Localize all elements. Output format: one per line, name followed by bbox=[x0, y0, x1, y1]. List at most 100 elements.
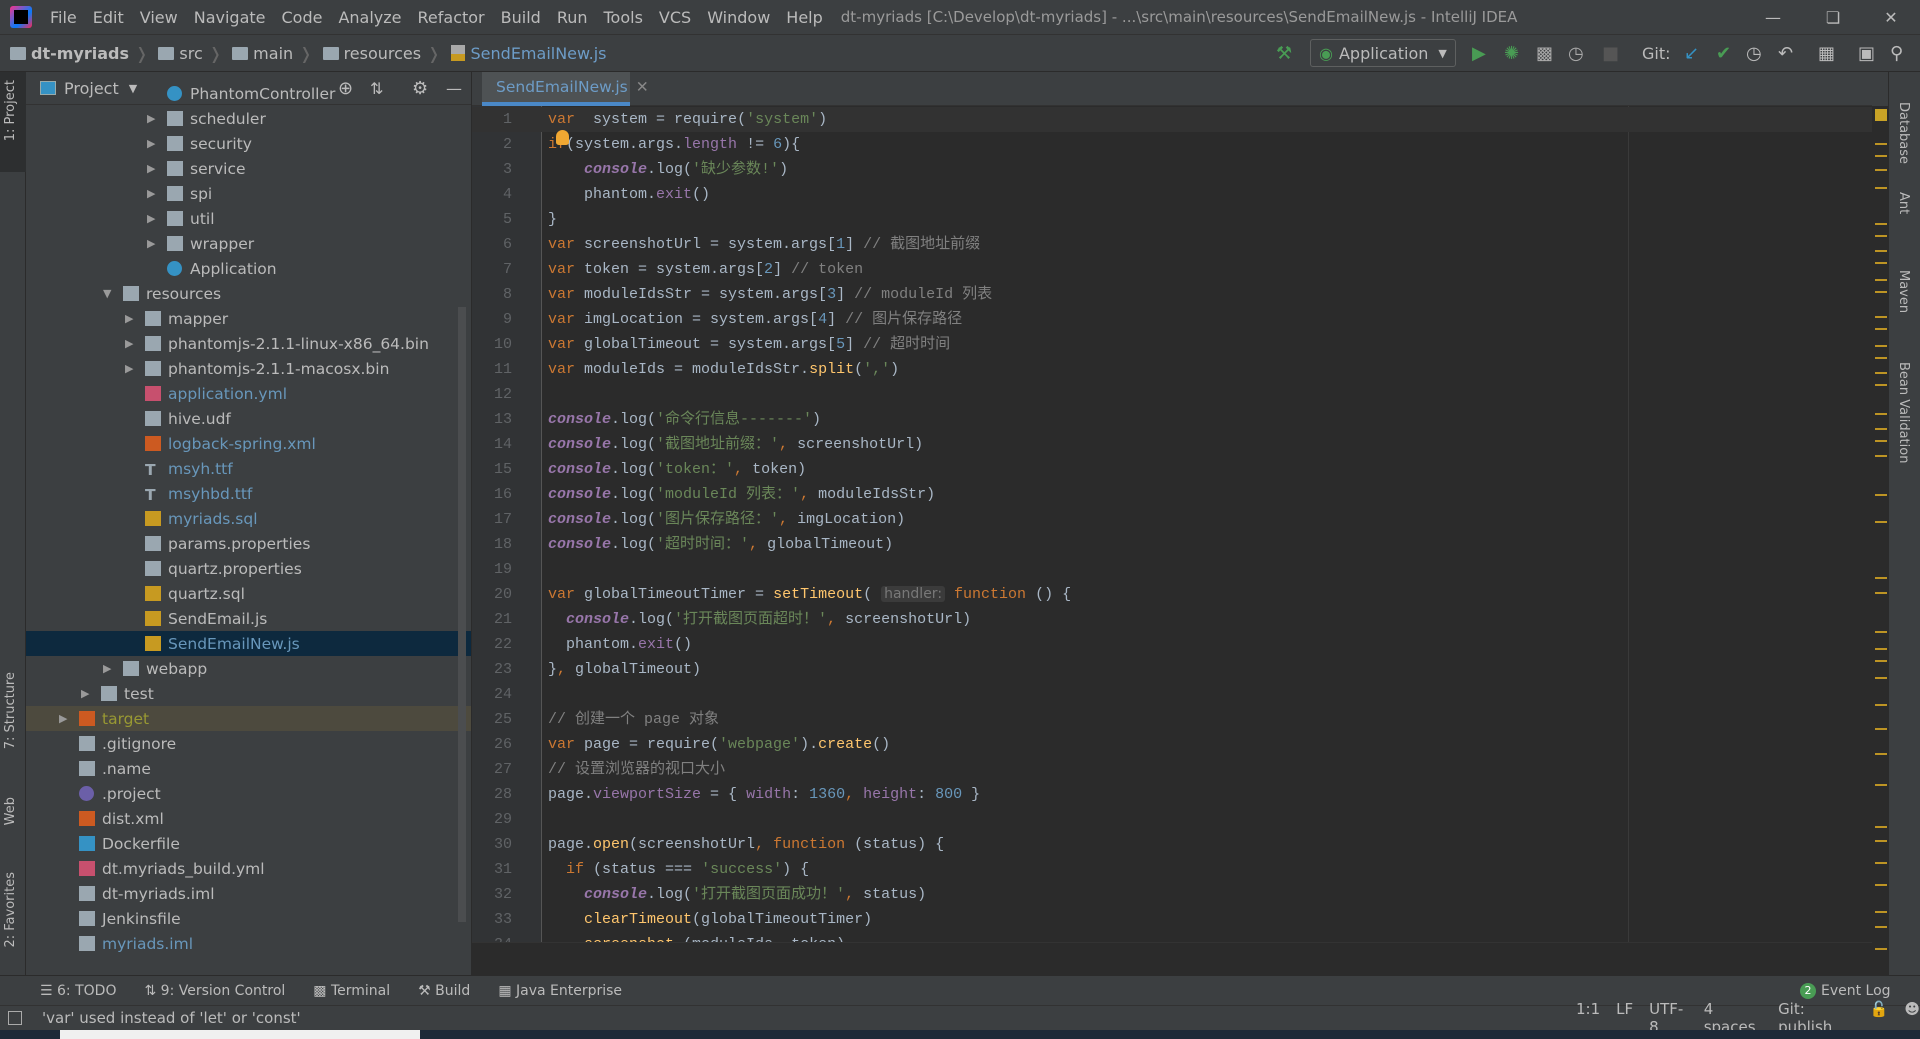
collapsed-arrow-icon[interactable]: ▶ bbox=[125, 312, 133, 325]
breadcrumb-item[interactable]: dt-myriads ❭ bbox=[10, 44, 148, 63]
warning-mark[interactable] bbox=[1875, 862, 1887, 865]
tree-item[interactable]: ▶ phantomjs-2.1.1-macosx.bin bbox=[26, 356, 471, 381]
tree-item[interactable]: ▶ spi bbox=[26, 181, 471, 206]
collapsed-arrow-icon[interactable]: ▶ bbox=[125, 362, 133, 375]
warning-mark[interactable] bbox=[1875, 591, 1887, 594]
warning-mark[interactable] bbox=[1875, 784, 1887, 787]
tool-bean-validation[interactable]: Bean Validation bbox=[1896, 362, 1911, 463]
warning-mark[interactable] bbox=[1875, 291, 1887, 294]
menu-navigate[interactable]: Navigate bbox=[186, 8, 274, 27]
warning-mark[interactable] bbox=[1875, 647, 1887, 650]
tree-item[interactable]: quartz.properties bbox=[26, 556, 471, 581]
menu-run[interactable]: Run bbox=[549, 8, 596, 27]
tree-item[interactable]: ▶ webapp bbox=[26, 656, 471, 681]
menu-refactor[interactable]: Refactor bbox=[410, 8, 493, 27]
project-scrollbar[interactable] bbox=[458, 307, 466, 922]
run-icon[interactable]: ▶ bbox=[1472, 41, 1486, 65]
warning-mark[interactable] bbox=[1875, 947, 1887, 950]
tree-item[interactable]: .gitignore bbox=[26, 731, 471, 756]
menu-vcs[interactable]: VCS bbox=[651, 8, 699, 27]
tool-web[interactable]: Web bbox=[3, 797, 18, 825]
warning-mark[interactable] bbox=[1875, 840, 1887, 843]
tree-item[interactable]: .project bbox=[26, 781, 471, 806]
warning-mark[interactable] bbox=[1875, 428, 1887, 431]
warning-indicator-icon[interactable] bbox=[1875, 109, 1887, 121]
warning-mark[interactable] bbox=[1875, 142, 1887, 145]
tool-project[interactable]: 1: Project bbox=[3, 80, 18, 141]
breadcrumb-item[interactable]: main ❭ bbox=[232, 44, 313, 63]
git-commit-icon[interactable]: ✔ bbox=[1716, 41, 1731, 65]
revert-icon[interactable]: ↶ bbox=[1778, 41, 1793, 65]
warning-mark[interactable] bbox=[1875, 576, 1887, 579]
tree-item[interactable]: quartz.sql bbox=[26, 581, 471, 606]
debug-icon[interactable]: ✺ bbox=[1504, 41, 1519, 65]
tree-item[interactable]: ▶ scheduler bbox=[26, 106, 471, 131]
tree-item[interactable]: ▶ mapper bbox=[26, 306, 471, 331]
tree-item[interactable]: ▶ wrapper bbox=[26, 231, 471, 256]
warning-mark[interactable] bbox=[1875, 223, 1887, 226]
tree-item[interactable]: Jenkinsfile bbox=[26, 906, 471, 931]
tree-item[interactable]: SendEmail.js bbox=[26, 606, 471, 631]
tree-item[interactable]: ▶ test bbox=[26, 681, 471, 706]
tree-item[interactable]: logback-spring.xml bbox=[26, 431, 471, 456]
menu-analyze[interactable]: Analyze bbox=[330, 8, 409, 27]
tool-ant[interactable]: Ant bbox=[1896, 192, 1911, 214]
search-icon[interactable]: ⚲ bbox=[1890, 41, 1903, 65]
breadcrumb-item[interactable]: SendEmailNew.js bbox=[450, 44, 607, 63]
minimize-button[interactable]: — bbox=[1750, 0, 1796, 35]
coverage-icon[interactable]: ▩ bbox=[1536, 41, 1553, 65]
collapsed-arrow-icon[interactable]: ▶ bbox=[125, 337, 133, 350]
tree-item[interactable]: PhantomController bbox=[26, 81, 471, 106]
project-structure-icon[interactable]: ▦ bbox=[1818, 41, 1835, 65]
menu-window[interactable]: Window bbox=[699, 8, 778, 27]
tree-item[interactable]: SendEmailNew.js bbox=[26, 631, 471, 656]
horizontal-scrollbar[interactable] bbox=[472, 942, 1872, 975]
tree-item[interactable]: ▶ util bbox=[26, 206, 471, 231]
git-update-icon[interactable]: ↙ bbox=[1684, 41, 1699, 65]
code-area[interactable]: 1var system = require('system')2if(syste… bbox=[472, 106, 1872, 942]
tool-favorites[interactable]: 2: Favorites bbox=[3, 872, 18, 948]
warning-mark[interactable] bbox=[1875, 235, 1887, 238]
warning-mark[interactable] bbox=[1875, 659, 1887, 662]
tool-build[interactable]: ⚒ Build bbox=[418, 983, 470, 999]
collapsed-arrow-icon[interactable]: ▶ bbox=[147, 187, 155, 200]
warning-mark[interactable] bbox=[1875, 493, 1887, 496]
build-hammer-icon[interactable]: ⚒ bbox=[1276, 41, 1292, 65]
tree-item[interactable]: myriads.iml bbox=[26, 931, 471, 956]
breadcrumb-item[interactable]: resources ❭ bbox=[322, 44, 441, 63]
tree-item[interactable]: ▶ target bbox=[26, 706, 471, 731]
warning-mark[interactable] bbox=[1875, 186, 1887, 189]
tool-terminal[interactable]: ▩ Terminal bbox=[313, 983, 390, 999]
warning-mark[interactable] bbox=[1875, 357, 1887, 360]
tree-item[interactable]: Tmsyh.ttf bbox=[26, 456, 471, 481]
warning-mark[interactable] bbox=[1875, 454, 1887, 457]
tool-database[interactable]: Database bbox=[1896, 102, 1911, 164]
menu-file[interactable]: File bbox=[42, 8, 85, 27]
collapsed-arrow-icon[interactable]: ▶ bbox=[147, 237, 155, 250]
tree-item[interactable]: params.properties bbox=[26, 531, 471, 556]
warning-mark[interactable] bbox=[1875, 169, 1887, 172]
tree-item[interactable]: Dockerfile bbox=[26, 831, 471, 856]
warning-mark[interactable] bbox=[1875, 728, 1887, 731]
run-configuration-select[interactable]: ◉ Application ▼ bbox=[1310, 39, 1456, 67]
warning-mark[interactable] bbox=[1875, 384, 1887, 387]
warning-mark[interactable] bbox=[1875, 345, 1887, 348]
tree-item[interactable]: hive.udf bbox=[26, 406, 471, 431]
collapsed-arrow-icon[interactable]: ▶ bbox=[147, 137, 155, 150]
tree-item[interactable]: ▼ resources bbox=[26, 281, 471, 306]
warning-mark[interactable] bbox=[1875, 154, 1887, 157]
tool-version-control[interactable]: ⇅ 9: Version Control bbox=[144, 983, 285, 999]
tree-item[interactable]: Tmsyhbd.ttf bbox=[26, 481, 471, 506]
warning-mark[interactable] bbox=[1875, 703, 1887, 706]
profile-icon[interactable]: ◷ bbox=[1568, 41, 1584, 65]
tab-sendemailnew-js[interactable]: SendEmailNew.js ✕ bbox=[482, 72, 649, 106]
warning-mark[interactable] bbox=[1875, 884, 1887, 887]
close-tab-icon[interactable]: ✕ bbox=[636, 78, 649, 96]
menu-code[interactable]: Code bbox=[274, 8, 331, 27]
intention-bulb-icon[interactable] bbox=[556, 130, 569, 145]
menu-help[interactable]: Help bbox=[778, 8, 830, 27]
warning-mark[interactable] bbox=[1875, 315, 1887, 318]
event-log-button[interactable]: 2 Event Log bbox=[1800, 982, 1891, 999]
menu-tools[interactable]: Tools bbox=[596, 8, 651, 27]
close-button[interactable]: ✕ bbox=[1868, 0, 1914, 35]
